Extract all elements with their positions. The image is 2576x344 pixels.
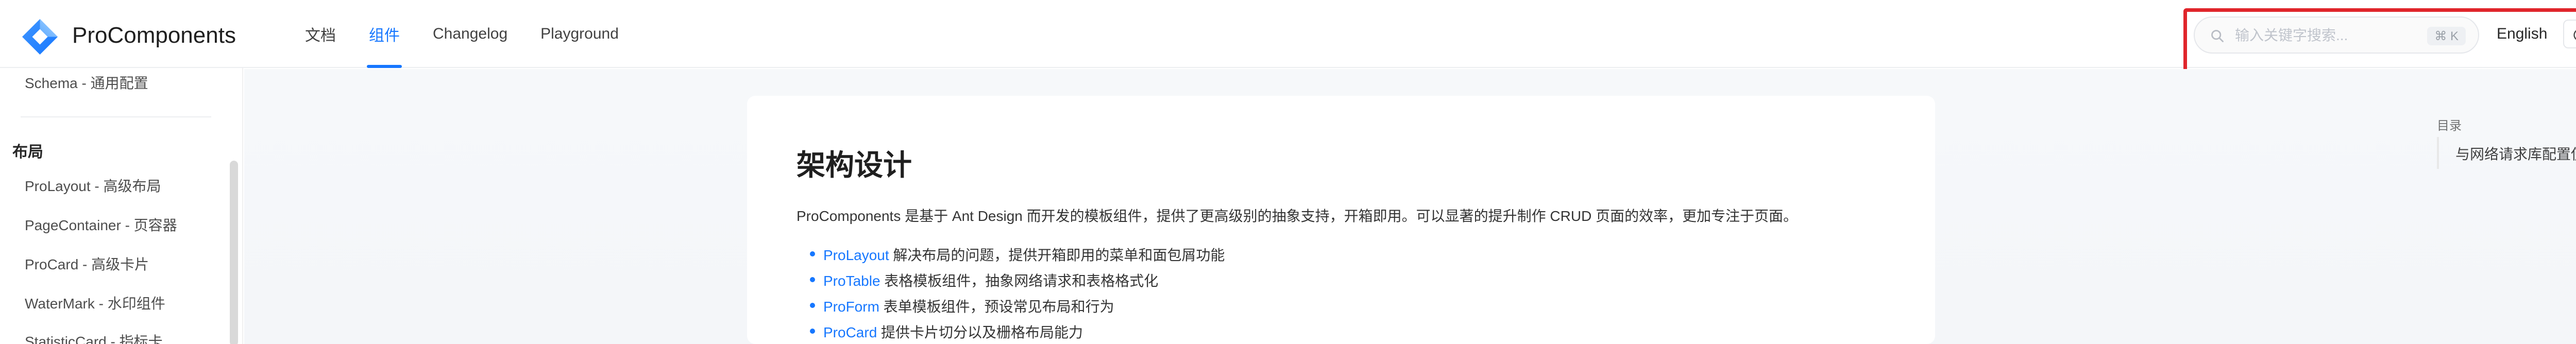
language-switch[interactable]: English	[2497, 24, 2547, 44]
theme-toggle-button[interactable]	[2563, 20, 2576, 48]
link-procard[interactable]: ProCard	[823, 324, 877, 340]
search-icon	[2211, 30, 2224, 42]
sidebar: Schema - 通用配置 布局 ProLayout - 高级布局 PageCo…	[0, 68, 243, 344]
nav-item-changelog[interactable]: Changelog	[416, 0, 524, 68]
sidebar-item-schema[interactable]: Schema - 通用配置	[25, 72, 148, 93]
list-item-text: 表格模板组件，抽象网络请求和表格格式化	[880, 273, 1159, 289]
nav-item-docs[interactable]: 文档	[289, 0, 352, 68]
sidebar-item-prolayout[interactable]: ProLayout - 高级布局	[25, 175, 161, 196]
toc-title: 目录	[2437, 119, 2462, 133]
intro-paragraph: ProComponents 是基于 Ant Design 而开发的模板组件，提供…	[796, 208, 1798, 224]
search-input[interactable]	[2235, 26, 2420, 45]
sidebar-item-watermark[interactable]: WaterMark - 水印组件	[25, 293, 165, 313]
search-box[interactable]: ⌘ K	[2194, 16, 2479, 54]
contrast-icon	[2573, 30, 2576, 40]
list-item: ProForm 表单模板组件，预设常见布局和行为	[810, 296, 1114, 316]
sidebar-item-statisticcard[interactable]: StatisticCard - 指标卡	[25, 331, 163, 344]
sidebar-divider	[21, 116, 211, 117]
top-header: ProComponents 文档 组件 Changelog Playground…	[0, 0, 2576, 68]
nav-item-playground[interactable]: Playground	[524, 0, 635, 68]
link-protable[interactable]: ProTable	[823, 273, 880, 289]
link-prolayout[interactable]: ProLayout	[823, 247, 889, 263]
list-item-text: 解决布局的问题，提供开箱即用的菜单和面包屑功能	[889, 247, 1225, 263]
link-proform[interactable]: ProForm	[823, 299, 879, 315]
search-shortcut-badge: ⌘ K	[2427, 27, 2466, 45]
toc-item-network-request[interactable]: 与网络请求库配置使用	[2455, 143, 2576, 164]
list-item: ProCard 提供卡片切分以及栅格布局能力	[809, 321, 1083, 342]
sidebar-item-procard[interactable]: ProCard - 高级卡片	[25, 253, 149, 274]
brand-name[interactable]: ProComponents	[72, 23, 236, 48]
list-item-text: 提供卡片切分以及栅格布局能力	[877, 324, 1083, 340]
sidebar-scrollbar[interactable]	[230, 161, 238, 344]
sidebar-item-pagecontainer[interactable]: PageContainer - 页容器	[25, 214, 177, 235]
list-item-text: 表单模板组件，预设常见布局和行为	[879, 299, 1114, 315]
top-nav: 文档 组件 Changelog Playground	[289, 0, 635, 68]
page-title: 架构设计	[796, 149, 912, 181]
toc-rail	[2437, 137, 2439, 169]
sidebar-group-layout: 布局	[12, 144, 43, 161]
list-item: ProTable 表格模板组件，抽象网络请求和表格格式化	[809, 270, 1159, 290]
nav-item-components[interactable]: 组件	[352, 0, 416, 68]
procomponents-logo-icon[interactable]	[21, 18, 59, 56]
list-item: ProLayout 解决布局的问题，提供开箱即用的菜单和面包屑功能	[809, 244, 1225, 265]
